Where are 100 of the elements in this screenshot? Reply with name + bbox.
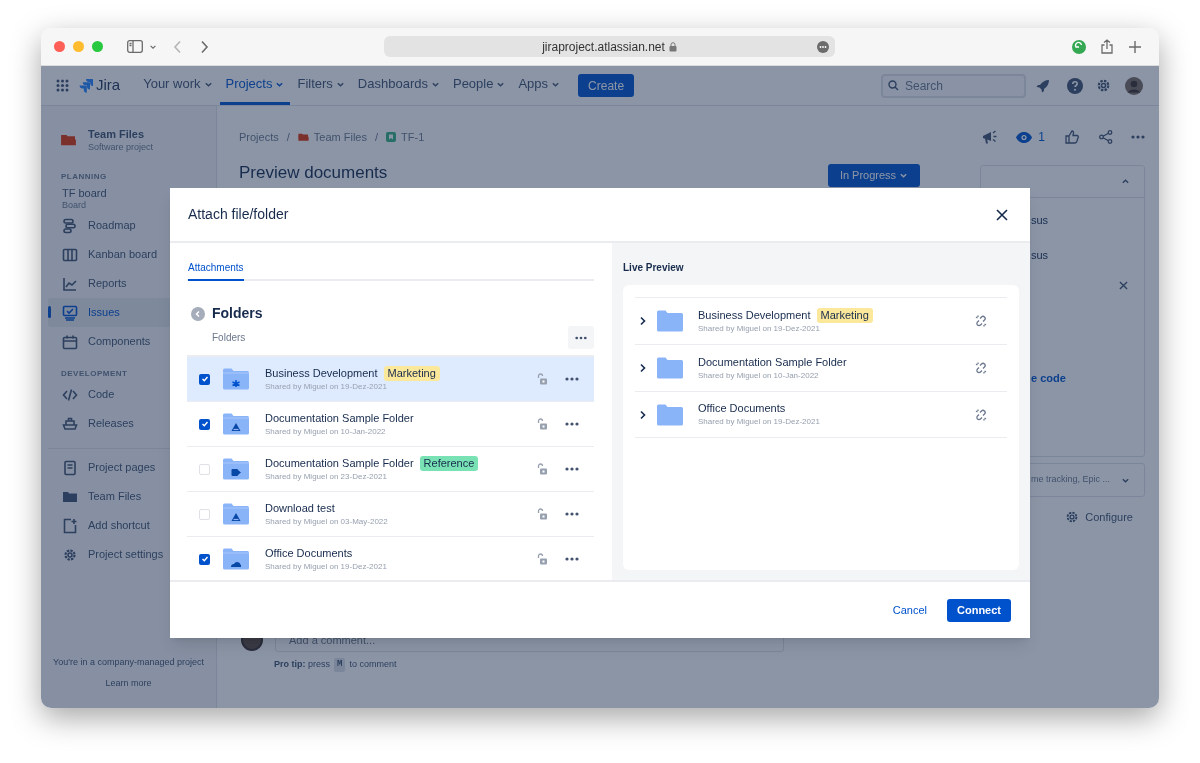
tag: Marketing <box>383 365 440 381</box>
nav-menu-item[interactable]: Dashboards <box>351 66 446 105</box>
checkbox[interactable] <box>199 463 210 475</box>
more-icon <box>575 335 587 340</box>
folders-icon <box>61 134 76 147</box>
keyboard-key: M <box>334 658 346 672</box>
search-icon <box>888 79 899 91</box>
more-icon <box>565 422 579 426</box>
unlock-icon[interactable] <box>536 553 548 565</box>
address-bar[interactable]: jiraproject.atlassian.net <box>384 36 835 57</box>
share-icon[interactable] <box>1101 39 1113 54</box>
folder-name: Download test <box>265 500 335 516</box>
chevron-right-icon[interactable] <box>639 409 647 420</box>
product-name[interactable]: Jira <box>96 74 121 97</box>
create-button[interactable]: Create <box>578 74 635 97</box>
folder-name: Documentation Sample Folder <box>265 455 414 471</box>
settings-icon <box>1065 510 1080 525</box>
breadcrumb-link[interactable]: Team Files <box>313 128 367 146</box>
megaphone-icon[interactable] <box>982 129 999 145</box>
app-grid-icon[interactable] <box>56 79 69 92</box>
extension-icon[interactable] <box>1072 39 1086 54</box>
status-button[interactable]: In Progress <box>828 164 920 187</box>
back-icon[interactable] <box>173 39 182 54</box>
unlock-icon[interactable] <box>536 463 548 475</box>
checkbox[interactable] <box>199 373 210 385</box>
back-icon[interactable] <box>191 306 205 321</box>
shared-info: Shared by Miguel on 23-Dez-2021 <box>265 470 388 483</box>
shared-info: Shared by Miguel on 10-Jan-2022 <box>698 369 820 382</box>
more-icon[interactable] <box>817 40 829 53</box>
folder-name: Documentation Sample Folder <box>698 354 847 370</box>
checkbox[interactable] <box>199 418 210 430</box>
breadcrumb-link[interactable]: Projects <box>239 128 279 146</box>
nav-menu-item[interactable]: People <box>446 66 512 105</box>
tag: Marketing <box>816 307 873 323</box>
watch-button[interactable]: 1 <box>1016 128 1045 146</box>
shared-info: Shared by Miguel on 19-Dez-2021 <box>265 560 387 573</box>
code-link[interactable]: e code <box>1031 370 1144 387</box>
broken-link-icon[interactable] <box>975 362 987 374</box>
field-label: sus <box>1031 213 1050 228</box>
project-name[interactable]: Team Files <box>88 128 154 141</box>
close-icon[interactable] <box>996 208 1008 221</box>
footer-text: You're in a company-managed project <box>53 656 204 669</box>
folder-path: Folders <box>212 331 246 345</box>
calendar-icon <box>62 333 78 350</box>
configure-button[interactable]: Configure <box>1065 509 1133 526</box>
unlock-icon[interactable] <box>536 508 548 520</box>
folder-icon <box>222 457 250 481</box>
monitor-icon <box>62 304 78 321</box>
sidebar-icon[interactable] <box>127 40 143 53</box>
unlock-icon[interactable] <box>536 373 548 385</box>
columns-icon <box>62 246 78 263</box>
eye-icon <box>1016 131 1033 143</box>
section-heading: PLANNING <box>61 171 107 183</box>
code-icon <box>62 386 78 403</box>
broken-link-icon[interactable] <box>975 315 987 327</box>
folder-name: Business Development <box>698 307 811 323</box>
checkbox[interactable] <box>199 508 210 520</box>
learn-more-link[interactable]: Learn more <box>105 676 152 690</box>
selection-bar <box>48 306 51 318</box>
forward-icon[interactable] <box>200 39 209 54</box>
checkbox[interactable] <box>199 553 210 565</box>
folder-name: Office Documents <box>265 545 353 561</box>
unlock-icon[interactable] <box>536 418 548 430</box>
shared-info: Shared by Miguel on 19-Dez-2021 <box>698 416 820 428</box>
folder-row[interactable]: Business Development Marketing Shared by Miguel on 19-Dez-2021 <box>187 357 594 402</box>
connect-button[interactable]: Connect <box>947 598 1011 622</box>
thumbs-up-icon[interactable] <box>1065 130 1079 144</box>
preview-title: Live Preview <box>623 261 685 275</box>
folder-icon <box>222 502 250 526</box>
roadmap-icon <box>62 217 78 234</box>
settings-icon[interactable] <box>1096 78 1111 93</box>
chevron-down-icon <box>899 171 909 180</box>
lock-icon <box>668 41 677 52</box>
nav-menu-item[interactable]: Projects <box>219 66 291 105</box>
more-icon <box>565 377 579 381</box>
more-icon <box>565 557 579 561</box>
cancel-button[interactable]: Cancel <box>886 599 933 621</box>
more-button[interactable] <box>568 326 594 349</box>
field-label: sus <box>1031 247 1050 263</box>
logo-icon[interactable] <box>79 78 93 93</box>
folder-name: Office Documents <box>698 401 786 416</box>
tab[interactable]: Attachments <box>188 260 244 281</box>
nav-menu-item[interactable]: Your work <box>137 66 219 105</box>
nav-menu-item[interactable]: Apps <box>512 66 567 105</box>
chevron-up-icon[interactable] <box>1121 177 1130 186</box>
broken-link-icon[interactable] <box>975 408 987 421</box>
avatar-icon[interactable] <box>1125 76 1143 95</box>
help-icon[interactable] <box>1067 77 1083 94</box>
check-icon <box>200 555 209 563</box>
chevron-right-icon[interactable] <box>639 316 647 326</box>
folder-name: Business Development <box>265 365 378 381</box>
more-icon <box>565 512 579 516</box>
chevron-right-icon[interactable] <box>639 363 647 373</box>
section-heading: DEVELOPMENT <box>61 368 128 380</box>
new-tab-icon[interactable] <box>1129 40 1141 53</box>
breadcrumb-link[interactable]: TF-1 <box>401 128 425 146</box>
nav-menu-item[interactable]: Filters <box>291 66 351 105</box>
rocket-icon[interactable] <box>1036 78 1050 93</box>
share-icon[interactable] <box>1099 130 1113 144</box>
search-field[interactable]: Search <box>881 73 1026 98</box>
